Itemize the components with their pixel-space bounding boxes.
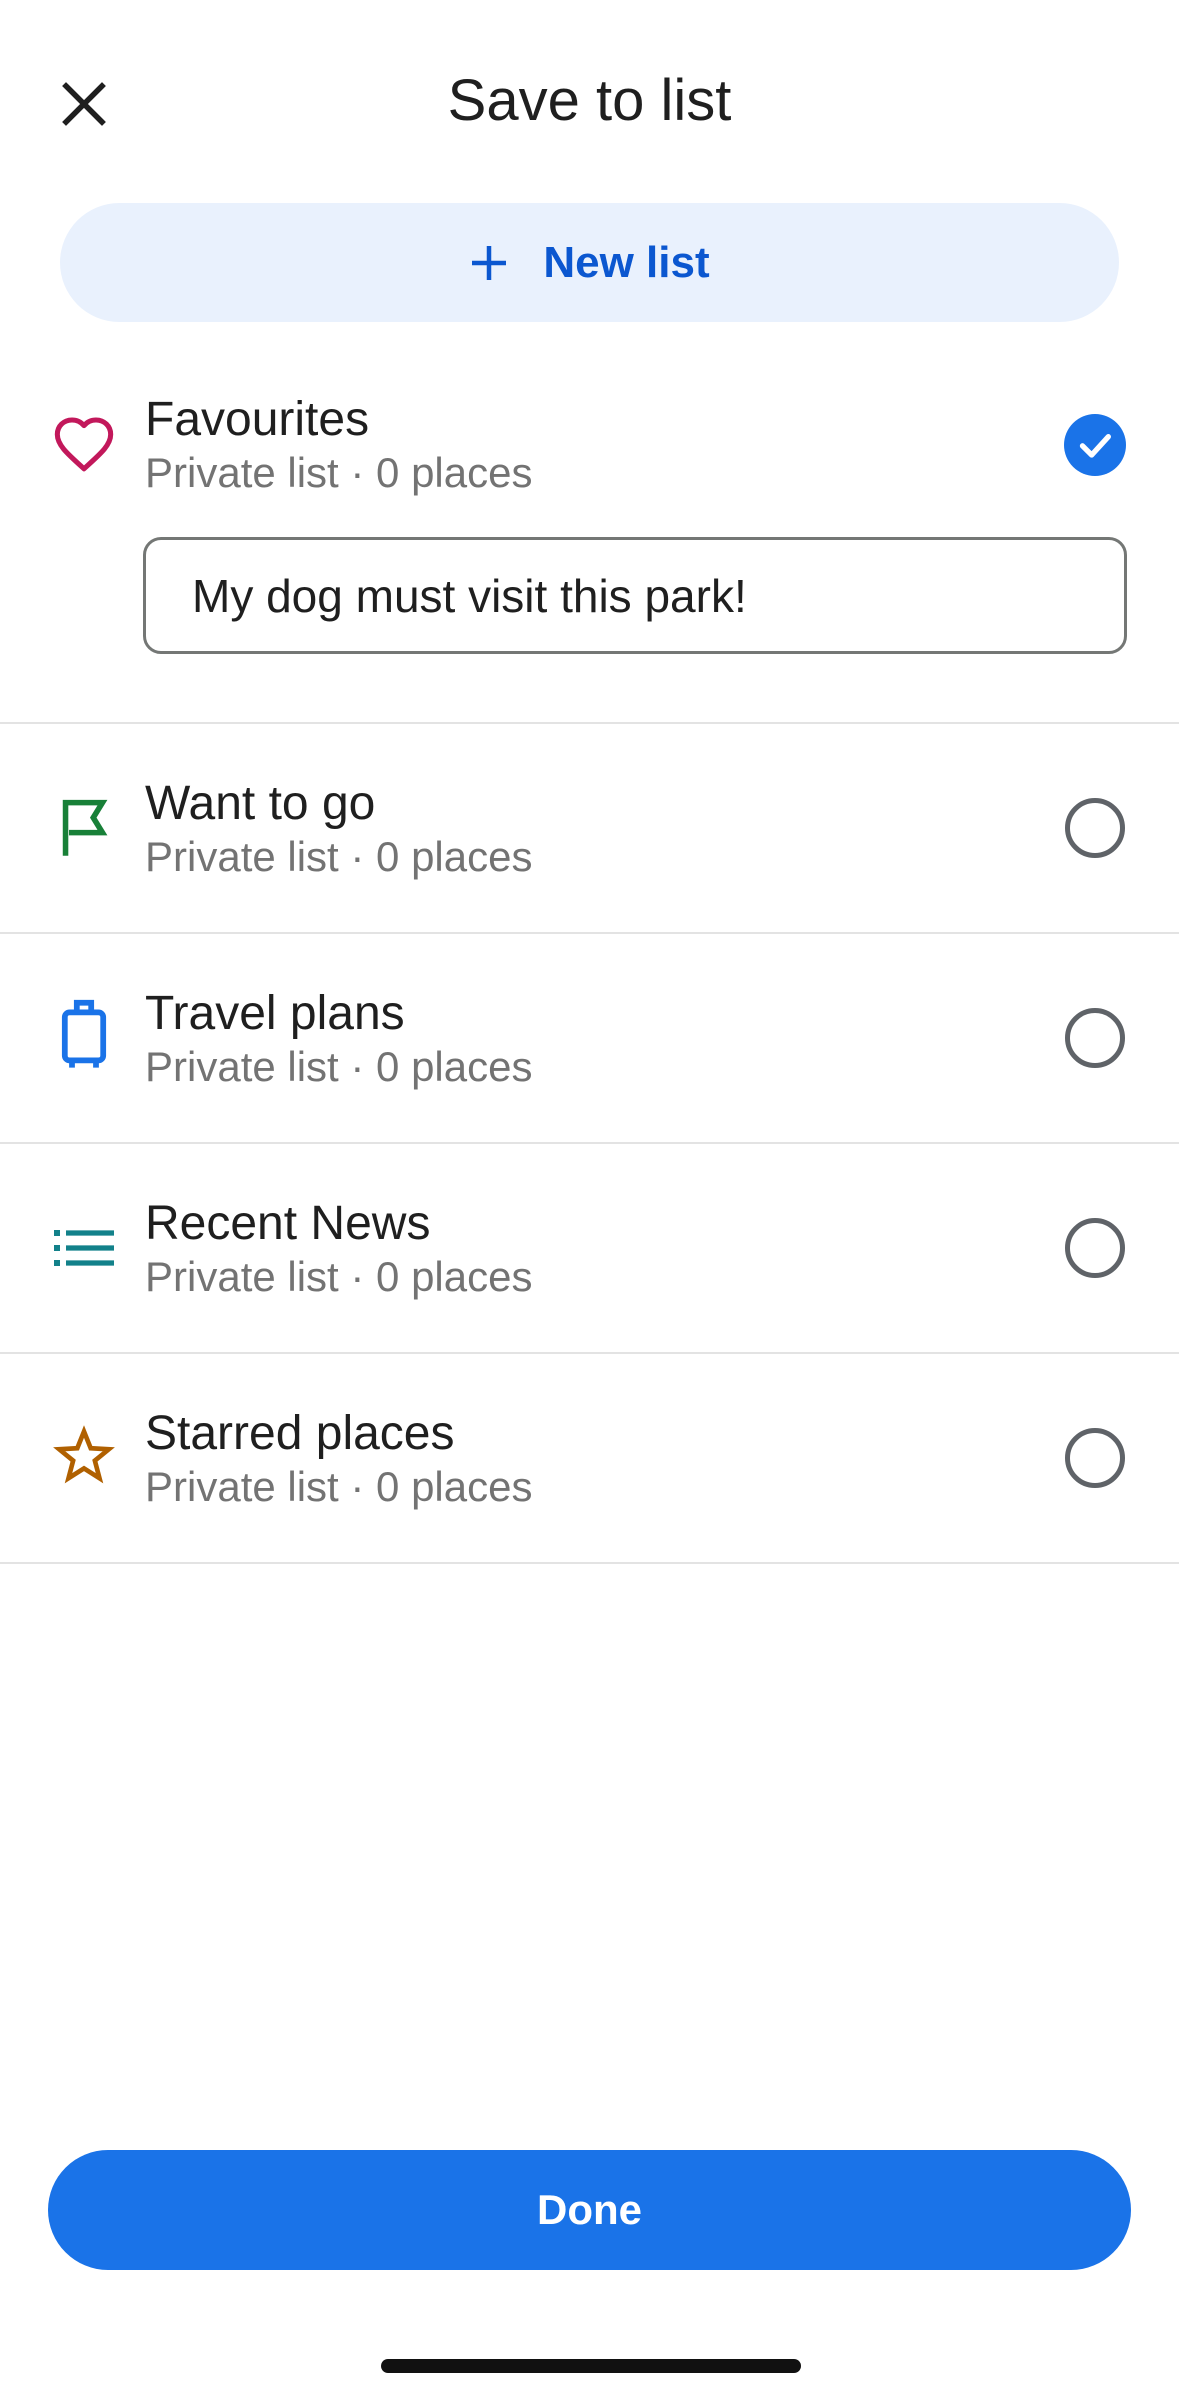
list-row-travel-plans[interactable]: Travel plans Private list · 0 places [0, 934, 1179, 1144]
list-name: Starred places [145, 1407, 455, 1460]
list-row-starred-places[interactable]: Starred places Private list · 0 places [0, 1354, 1179, 1564]
list-radio[interactable] [1065, 1428, 1125, 1488]
page-title: Save to list [447, 68, 732, 133]
star-icon [50, 1422, 118, 1490]
list-name: Want to go [145, 777, 376, 830]
note-input[interactable] [143, 537, 1127, 654]
list-name: Favourites [145, 393, 370, 446]
new-list-label: New list [543, 237, 710, 287]
home-indicator [381, 2359, 801, 2373]
list-radio[interactable] [1065, 1218, 1125, 1278]
list-checkbox-checked[interactable] [1064, 414, 1126, 476]
check-icon [1079, 434, 1111, 458]
new-list-button[interactable]: New list [60, 203, 1119, 322]
done-button[interactable]: Done [48, 2150, 1131, 2270]
flag-icon [50, 794, 118, 862]
list-name: Travel plans [145, 987, 405, 1040]
list-row-want-to-go[interactable]: Want to go Private list · 0 places [0, 724, 1179, 934]
header: Save to list [0, 0, 1179, 200]
suitcase-icon [50, 999, 118, 1068]
plus-icon [472, 245, 507, 280]
list-subtitle: Private list · 0 places [145, 449, 533, 496]
list-subtitle: Private list · 0 places [145, 833, 533, 880]
list-subtitle: Private list · 0 places [145, 1253, 533, 1300]
list-subtitle: Private list · 0 places [145, 1043, 533, 1090]
list-row-recent-news[interactable]: Recent News Private list · 0 places [0, 1144, 1179, 1354]
list-name: Recent News [145, 1197, 431, 1250]
list-radio[interactable] [1065, 1008, 1125, 1068]
list-radio[interactable] [1065, 798, 1125, 858]
heart-icon [50, 410, 118, 478]
list-icon [50, 1214, 118, 1282]
list-subtitle: Private list · 0 places [145, 1463, 533, 1510]
